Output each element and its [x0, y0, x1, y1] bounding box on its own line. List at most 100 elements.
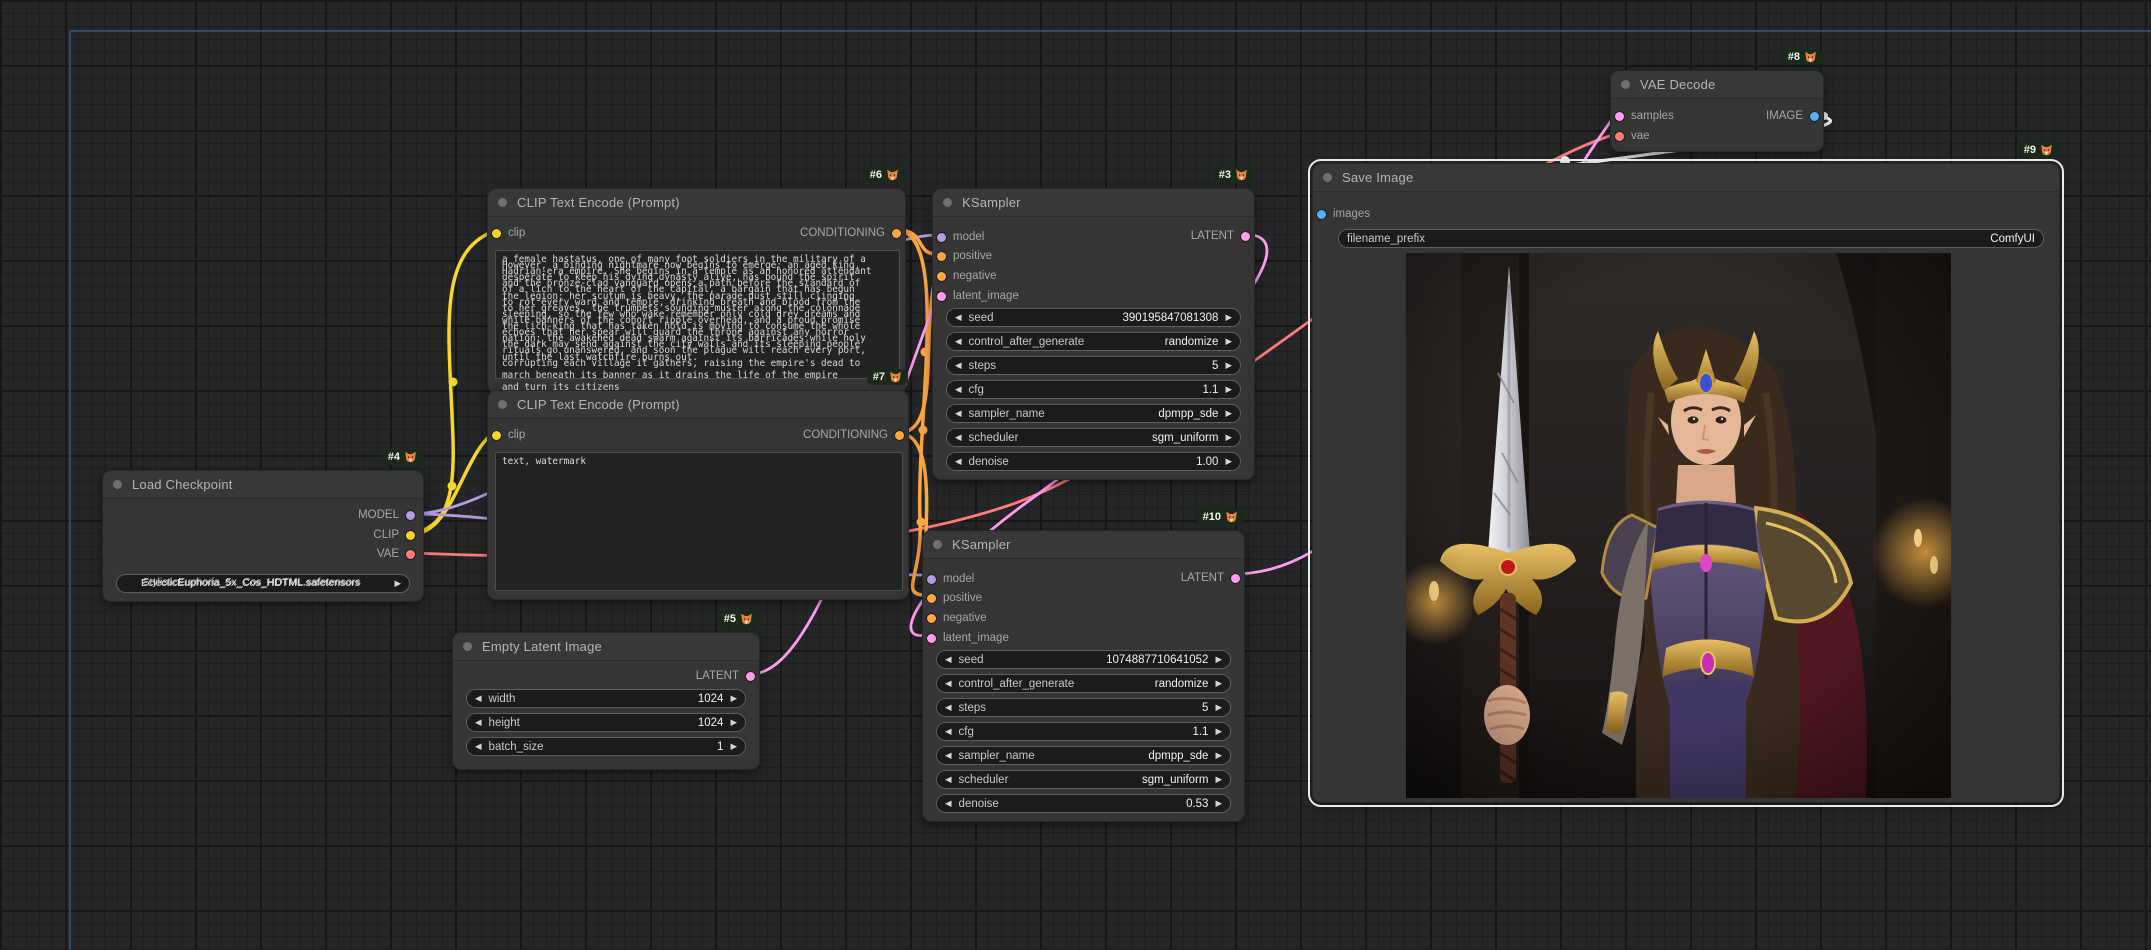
vae-slot-dot[interactable] [406, 550, 415, 559]
node-titlebar[interactable]: KSampler [933, 189, 1254, 217]
input-slot-positive[interactable]: positive [927, 592, 982, 604]
node-titlebar[interactable]: Empty Latent Image [453, 633, 759, 661]
link-dot-cond-3[interactable] [919, 426, 928, 435]
input-slot-negative[interactable]: negative [927, 612, 986, 624]
input-slot-latent-image[interactable]: latent_image [937, 290, 1019, 302]
decrement-arrow[interactable]: ◀ [955, 385, 962, 394]
increment-arrow[interactable]: ▶ [1225, 433, 1232, 442]
widget-sampler-name[interactable]: ◀ sampler_name dpmpp_sde ▶ [946, 404, 1241, 423]
collapse-dot-icon[interactable] [1323, 173, 1332, 182]
increment-arrow[interactable]: ▶ [1225, 409, 1232, 418]
node-ksampler-2[interactable]: #10 KSampler model positive negative lat… [922, 530, 1245, 822]
combo-next-arrow[interactable]: ▶ [394, 579, 401, 588]
output-slot-model[interactable]: MODEL [358, 509, 415, 521]
widget-steps[interactable]: ◀ steps 5 ▶ [946, 356, 1241, 375]
output-slot-conditioning[interactable]: CONDITIONING [803, 429, 904, 441]
decrement-arrow[interactable]: ◀ [475, 742, 482, 751]
increment-arrow[interactable]: ▶ [1215, 751, 1222, 760]
input-slot-clip[interactable]: clip [492, 429, 525, 441]
widget-height[interactable]: ◀ height 1024 ▶ [466, 713, 746, 732]
node-clip-text-encode-negative[interactable]: #7 CLIP Text Encode (Prompt) clip CONDIT… [487, 390, 909, 600]
increment-arrow[interactable]: ▶ [1215, 703, 1222, 712]
widget-seed[interactable]: ◀ seed 1074887710641052 ▶ [936, 650, 1231, 669]
decrement-arrow[interactable]: ◀ [945, 655, 952, 664]
widget-steps[interactable]: ◀ steps 5 ▶ [936, 698, 1231, 717]
widget-denoise[interactable]: ◀ denoise 0.53 ▶ [936, 794, 1231, 813]
decrement-arrow[interactable]: ◀ [945, 751, 952, 760]
input-slot-vae[interactable]: vae [1615, 130, 1650, 142]
decrement-arrow[interactable]: ◀ [955, 313, 962, 322]
increment-arrow[interactable]: ▶ [1215, 679, 1222, 688]
increment-arrow[interactable]: ▶ [1215, 799, 1222, 808]
decrement-arrow[interactable]: ◀ [945, 799, 952, 808]
widget-filename-prefix[interactable]: filename_prefix ComfyUI [1338, 229, 2044, 248]
decrement-arrow[interactable]: ◀ [955, 361, 962, 370]
output-slot-image[interactable]: IMAGE [1766, 110, 1819, 122]
node-titlebar[interactable]: CLIP Text Encode (Prompt) [488, 391, 908, 419]
output-slot-latent[interactable]: LATENT [1181, 572, 1240, 584]
prompt-textarea[interactable]: a female hastatus, one of many foot sold… [495, 250, 900, 379]
collapse-dot-icon[interactable] [498, 400, 507, 409]
link-dot-cond-2[interactable] [917, 518, 926, 527]
node-load-checkpoint[interactable]: #4 Load Checkpoint MODEL CLIP VAE Eclect… [102, 470, 424, 602]
node-titlebar[interactable]: CLIP Text Encode (Prompt) [488, 189, 905, 217]
input-slot-positive[interactable]: positive [937, 250, 992, 262]
conditioning-slot-dot[interactable] [937, 272, 946, 281]
latent-slot-dot[interactable] [937, 292, 946, 301]
collapse-dot-icon[interactable] [1621, 80, 1630, 89]
decrement-arrow[interactable]: ◀ [945, 727, 952, 736]
decrement-arrow[interactable]: ◀ [945, 679, 952, 688]
increment-arrow[interactable]: ▶ [1225, 385, 1232, 394]
clip-slot-dot[interactable] [492, 229, 501, 238]
increment-arrow[interactable]: ▶ [1215, 727, 1222, 736]
node-ksampler-1[interactable]: #3 KSampler model positive negative late… [932, 188, 1255, 480]
input-slot-negative[interactable]: negative [937, 270, 996, 282]
conditioning-slot-dot[interactable] [895, 431, 904, 440]
conditioning-slot-dot[interactable] [927, 614, 936, 623]
output-slot-latent[interactable]: LATENT [696, 670, 755, 682]
input-slot-images[interactable]: images [1317, 208, 1370, 220]
latent-slot-dot[interactable] [1615, 112, 1624, 121]
model-slot-dot[interactable] [937, 233, 946, 242]
widget-scheduler[interactable]: ◀ scheduler sgm_uniform ▶ [946, 428, 1241, 447]
widget-cfg[interactable]: ◀ cfg 1.1 ▶ [946, 380, 1241, 399]
conditioning-slot-dot[interactable] [892, 229, 901, 238]
collapse-dot-icon[interactable] [113, 480, 122, 489]
decrement-arrow[interactable]: ◀ [945, 703, 952, 712]
link-dot-cond-1[interactable] [921, 348, 930, 357]
latent-slot-dot[interactable] [1231, 574, 1240, 583]
node-titlebar[interactable]: VAE Decode [1611, 71, 1823, 99]
model-slot-dot[interactable] [406, 511, 415, 520]
latent-slot-dot[interactable] [927, 634, 936, 643]
output-slot-latent[interactable]: LATENT [1191, 230, 1250, 242]
widget-width[interactable]: ◀ width 1024 ▶ [466, 689, 746, 708]
node-titlebar[interactable]: Load Checkpoint [103, 471, 423, 499]
latent-slot-dot[interactable] [746, 672, 755, 681]
image-slot-dot[interactable] [1317, 210, 1326, 219]
clip-slot-dot[interactable] [406, 531, 415, 540]
prompt-textarea[interactable]: text, watermark [495, 452, 903, 591]
decrement-arrow[interactable]: ◀ [475, 694, 482, 703]
increment-arrow[interactable]: ▶ [1215, 775, 1222, 784]
model-slot-dot[interactable] [927, 575, 936, 584]
decrement-arrow[interactable]: ◀ [955, 457, 962, 466]
decrement-arrow[interactable]: ◀ [475, 718, 482, 727]
widget-sampler-name[interactable]: ◀ sampler_name dpmpp_sde ▶ [936, 746, 1231, 765]
node-titlebar[interactable]: KSampler [923, 531, 1244, 559]
widget-control-after-generate[interactable]: ◀ control_after_generate randomize ▶ [946, 332, 1241, 351]
conditioning-slot-dot[interactable] [937, 252, 946, 261]
collapse-dot-icon[interactable] [463, 642, 472, 651]
output-slot-conditioning[interactable]: CONDITIONING [800, 227, 901, 239]
increment-arrow[interactable]: ▶ [730, 742, 737, 751]
widget-cfg[interactable]: ◀ cfg 1.1 ▶ [936, 722, 1231, 741]
widget-control-after-generate[interactable]: ◀ control_after_generate randomize ▶ [936, 674, 1231, 693]
node-save-image[interactable]: #9 Save Image images filename_prefix Com… [1312, 163, 2060, 803]
output-slot-vae[interactable]: VAE [377, 548, 415, 560]
latent-slot-dot[interactable] [1241, 232, 1250, 241]
node-titlebar[interactable]: Save Image [1313, 164, 2059, 192]
input-slot-model[interactable]: model [927, 573, 974, 585]
collapse-dot-icon[interactable] [933, 540, 942, 549]
image-slot-dot[interactable] [1810, 112, 1819, 121]
ckpt-name-combo[interactable]: EclecticEuphoria_5x_Cos_HDTML.safetensor… [116, 574, 410, 593]
decrement-arrow[interactable]: ◀ [945, 775, 952, 784]
